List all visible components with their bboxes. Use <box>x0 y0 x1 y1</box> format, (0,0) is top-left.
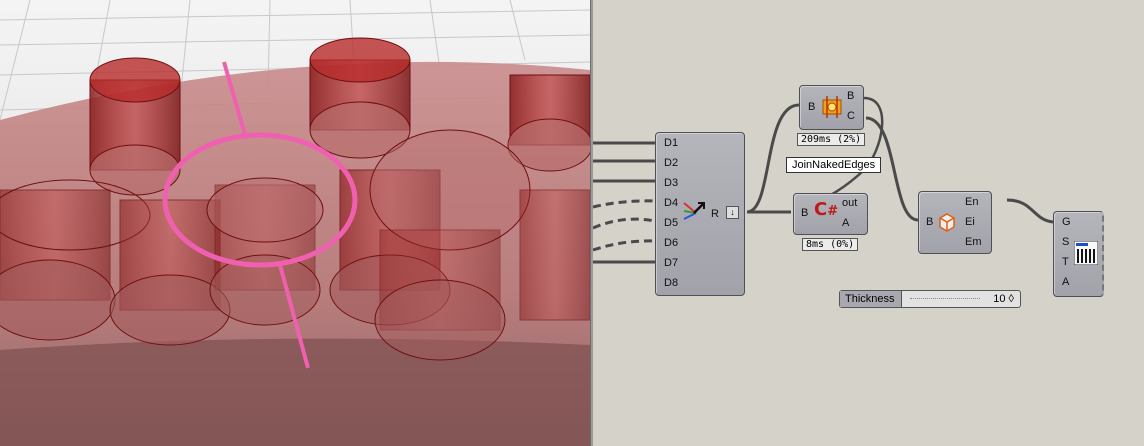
merge-input-d2[interactable]: D2 <box>664 157 678 169</box>
slider-label: Thickness <box>840 291 902 307</box>
slider-track[interactable] <box>910 298 980 300</box>
rhino-viewport[interactable] <box>0 0 590 446</box>
merge-input-d4[interactable]: D4 <box>664 197 678 209</box>
thickness-slider[interactable]: Thickness 10 ◊ <box>839 290 1021 308</box>
script-output-out[interactable]: out <box>842 197 857 209</box>
slider-value[interactable]: 10 ◊ <box>993 292 1014 306</box>
viewport-render <box>0 0 590 446</box>
script-tooltip: JoinNakedEdges <box>786 157 882 173</box>
brep-timing: 209ms (2%) <box>797 133 866 146</box>
graph-input-g[interactable]: G <box>1062 216 1071 228</box>
edges-output-en[interactable]: En <box>965 196 978 208</box>
merge-arrow-icon <box>683 202 705 220</box>
merge-input-d6[interactable]: D6 <box>664 237 678 249</box>
bar-graph-icon <box>1074 241 1098 265</box>
merge-component[interactable]: D1 D2 D3 D4 D5 D6 D7 D8 R ↓ <box>655 132 745 296</box>
box-edges-icon <box>939 213 955 232</box>
graph-input-a[interactable]: A <box>1062 276 1069 288</box>
edges-input-b[interactable]: B <box>926 216 933 228</box>
script-output-a[interactable]: A <box>842 217 849 229</box>
flatten-arrow-icon[interactable]: ↓ <box>726 206 739 219</box>
graph-component[interactable]: G S T A <box>1053 211 1104 297</box>
edges-output-em[interactable]: Em <box>965 236 982 248</box>
merge-input-d1[interactable]: D1 <box>664 137 678 149</box>
graph-input-s[interactable]: S <box>1062 236 1069 248</box>
script-input-b[interactable]: B <box>801 207 808 219</box>
csharp-script-component[interactable]: B C# out A <box>793 193 868 235</box>
brep-input-b[interactable]: B <box>808 101 815 113</box>
brep-edges-component[interactable]: B B C <box>799 85 864 130</box>
merge-input-d7[interactable]: D7 <box>664 257 678 269</box>
merge-input-d8[interactable]: D8 <box>664 277 678 289</box>
merge-input-d5[interactable]: D5 <box>664 217 678 229</box>
merge-output-r[interactable]: R <box>711 208 719 220</box>
script-timing: 8ms (0%) <box>802 238 859 251</box>
brep-edges-output-component[interactable]: B En Ei Em <box>918 191 992 254</box>
csharp-script-icon: C# <box>814 199 839 220</box>
brep-output-b[interactable]: B <box>847 90 854 102</box>
brep-components-icon <box>822 96 842 118</box>
grasshopper-canvas[interactable]: D1 D2 D3 D4 D5 D6 D7 D8 R ↓ B B C 209ms … <box>593 0 1144 446</box>
merge-input-d3[interactable]: D3 <box>664 177 678 189</box>
edges-output-ei[interactable]: Ei <box>965 216 975 228</box>
graph-input-t[interactable]: T <box>1062 256 1069 268</box>
brep-output-c[interactable]: C <box>847 110 855 122</box>
